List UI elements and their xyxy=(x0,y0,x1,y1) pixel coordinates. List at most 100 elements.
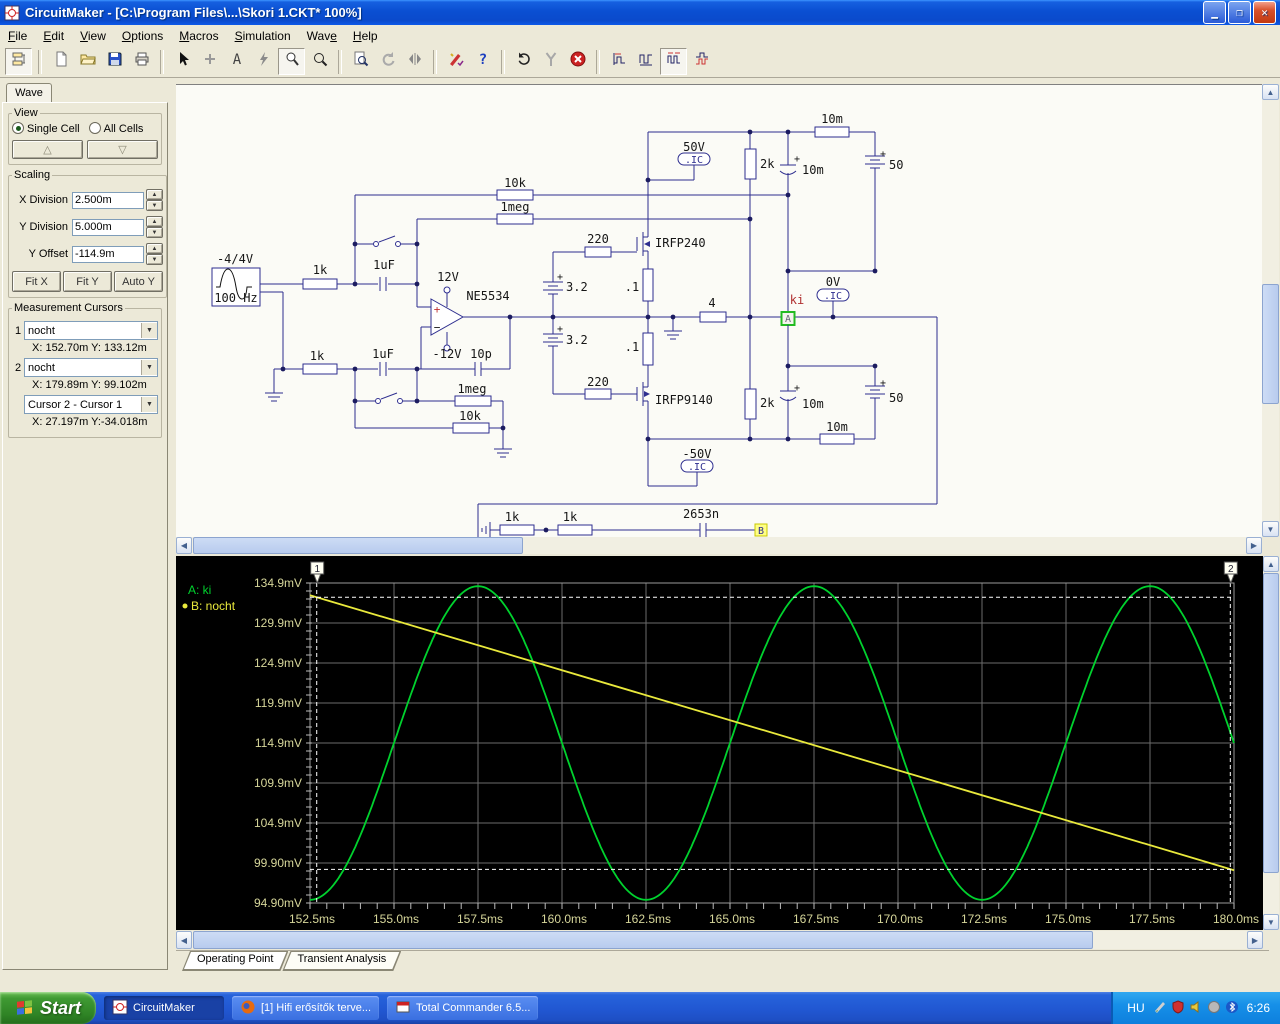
search-part-icon xyxy=(353,51,369,72)
print-button[interactable] xyxy=(129,49,154,74)
spin-up-icon[interactable]: ▲ xyxy=(146,189,163,200)
zoom-select-tool-button[interactable] xyxy=(278,48,305,75)
cursor-diff-select[interactable]: Cursor 2 - Cursor 1 ▼ xyxy=(24,395,158,414)
schematic-label: 0V xyxy=(826,275,840,289)
maximize-button[interactable]: ❐ xyxy=(1228,1,1251,24)
scroll-right-icon[interactable]: ▶ xyxy=(1246,537,1262,554)
menu-options[interactable]: Options xyxy=(114,27,171,45)
tab-operating-point[interactable]: Operating Point xyxy=(182,951,288,971)
cursor-index: 2 xyxy=(14,361,22,374)
probe-bolt-tool-icon xyxy=(256,51,272,72)
radio-all-cells[interactable]: All Cells xyxy=(88,122,143,135)
cell-down-button[interactable]: ▽ xyxy=(87,140,158,159)
waveform-viewer[interactable]: 134.9mV 129.9mV 124.9mV 119.9mV 114.9mV 109.9… xyxy=(176,556,1263,930)
update-icon[interactable] xyxy=(1207,1000,1221,1017)
cell-up-button[interactable]: △ xyxy=(12,140,83,159)
tab-wave[interactable]: Wave xyxy=(6,83,52,104)
x-division-input[interactable] xyxy=(72,191,144,209)
y-offset-input[interactable] xyxy=(72,245,144,263)
trace-b-nocht xyxy=(309,594,1235,872)
digital-wave-button[interactable] xyxy=(633,49,658,74)
save-file-icon xyxy=(107,51,123,72)
scroll-up-icon[interactable]: ▲ xyxy=(1262,84,1279,100)
stop-button[interactable] xyxy=(565,49,590,74)
taskbar-task[interactable]: [1] Hifi erősítők terve... xyxy=(232,996,380,1020)
schematic-label: 10m xyxy=(821,112,843,126)
schematic-label: -50V xyxy=(683,447,712,461)
schematic-hscrollbar[interactable]: ◀ ▶ xyxy=(176,537,1262,554)
cursor-1-trace-select[interactable]: nocht ▼ xyxy=(24,321,158,340)
open-file-button[interactable] xyxy=(75,49,100,74)
reset-button[interactable] xyxy=(511,49,536,74)
analysis-tabs: Operating Point Transient Analysis xyxy=(176,950,1269,973)
toolbar-separator xyxy=(38,49,42,74)
zoom-tool-button[interactable] xyxy=(307,49,332,74)
security-shield-icon[interactable] xyxy=(1171,999,1185,1017)
pulse-wave-button[interactable] xyxy=(660,48,687,75)
arrow-tool-button[interactable] xyxy=(170,49,195,74)
schematic-vscrollbar[interactable]: ▲ ▼ xyxy=(1262,84,1279,537)
split-view-button[interactable] xyxy=(402,49,427,74)
taskbar-task[interactable]: Total Commander 6.5... xyxy=(387,996,539,1020)
scaling-label: Y Division xyxy=(19,221,68,233)
wave-hscrollbar[interactable]: ◀ ▶ xyxy=(176,931,1263,949)
step-analysis-button[interactable] xyxy=(606,49,631,74)
spin-up-icon[interactable]: ▲ xyxy=(146,243,163,254)
menu-macros[interactable]: Macros xyxy=(171,27,226,45)
scroll-left-icon[interactable]: ◀ xyxy=(176,537,192,554)
y-tick-label: 94.90mV xyxy=(254,896,302,910)
menu-wave[interactable]: Wave xyxy=(299,27,345,45)
fit-x-button[interactable]: Fit X xyxy=(12,271,61,292)
probe-y-button[interactable] xyxy=(538,49,563,74)
schematic-label: 220 xyxy=(587,375,609,389)
y-division-input[interactable] xyxy=(72,218,144,236)
rotate-button[interactable] xyxy=(375,49,400,74)
wave-vscrollbar[interactable]: ▲ ▼ xyxy=(1263,556,1279,930)
mixed-wave-button[interactable] xyxy=(689,49,714,74)
probe-bolt-tool-button[interactable] xyxy=(251,49,276,74)
help-icon: ? xyxy=(475,51,491,72)
menu-edit[interactable]: Edit xyxy=(35,27,72,45)
schematic-label: 2k xyxy=(760,396,775,410)
start-button[interactable]: Start xyxy=(0,992,96,1024)
schematic-label: 10k xyxy=(459,409,481,423)
save-file-button[interactable] xyxy=(102,49,127,74)
taskbar-task[interactable]: CircuitMaker xyxy=(104,996,224,1020)
schematic-canvas[interactable]: -4/4V 100 Hz 1k 1uF 10k 1meg 12V NE5534 -12V 10p 1… xyxy=(176,84,1262,538)
simulation-setup-button[interactable] xyxy=(443,49,468,74)
pen-tablet-icon[interactable] xyxy=(1153,1000,1167,1017)
menu-simulation[interactable]: Simulation xyxy=(227,27,299,45)
schematic-label: 3.2 xyxy=(566,280,588,294)
spin-down-icon[interactable]: ▼ xyxy=(146,254,163,265)
scroll-right-icon[interactable]: ▶ xyxy=(1247,931,1263,949)
parts-browser-button[interactable] xyxy=(5,48,32,75)
new-file-button[interactable] xyxy=(48,49,73,74)
volume-icon[interactable] xyxy=(1189,1000,1203,1017)
spin-up-icon[interactable]: ▲ xyxy=(146,216,163,227)
menu-bar: File Edit View Options Macros Simulation Wave H… xyxy=(0,25,1280,47)
radio-single-cell[interactable]: Single Cell xyxy=(12,122,80,135)
language-indicator[interactable]: HU xyxy=(1127,1001,1144,1015)
spin-down-icon[interactable]: ▼ xyxy=(146,227,163,238)
close-button[interactable]: ✕ xyxy=(1253,1,1276,24)
minimize-button[interactable]: ▁ xyxy=(1203,1,1226,24)
spin-down-icon[interactable]: ▼ xyxy=(146,200,163,211)
auto-y-button[interactable]: Auto Y xyxy=(114,271,163,292)
cursor-2-trace-select[interactable]: nocht ▼ xyxy=(24,358,158,377)
wire-plus-tool-button[interactable] xyxy=(197,49,222,74)
search-part-button[interactable] xyxy=(348,49,373,74)
fit-y-button[interactable]: Fit Y xyxy=(63,271,112,292)
svg-text:2: 2 xyxy=(1228,564,1234,575)
help-button[interactable]: ? xyxy=(470,49,495,74)
menu-view[interactable]: View xyxy=(72,27,114,45)
menu-help[interactable]: Help xyxy=(345,27,386,45)
tab-transient-analysis[interactable]: Transient Analysis xyxy=(282,951,401,971)
text-tool-button[interactable]: A xyxy=(224,49,249,74)
scroll-down-icon[interactable]: ▼ xyxy=(1262,521,1279,537)
scroll-down-icon[interactable]: ▼ xyxy=(1263,914,1279,930)
menu-file[interactable]: File xyxy=(0,27,35,45)
schematic-label: .IC xyxy=(824,291,842,302)
scroll-up-icon[interactable]: ▲ xyxy=(1263,556,1279,572)
scroll-left-icon[interactable]: ◀ xyxy=(176,931,192,949)
bluetooth-icon[interactable] xyxy=(1225,1000,1239,1017)
